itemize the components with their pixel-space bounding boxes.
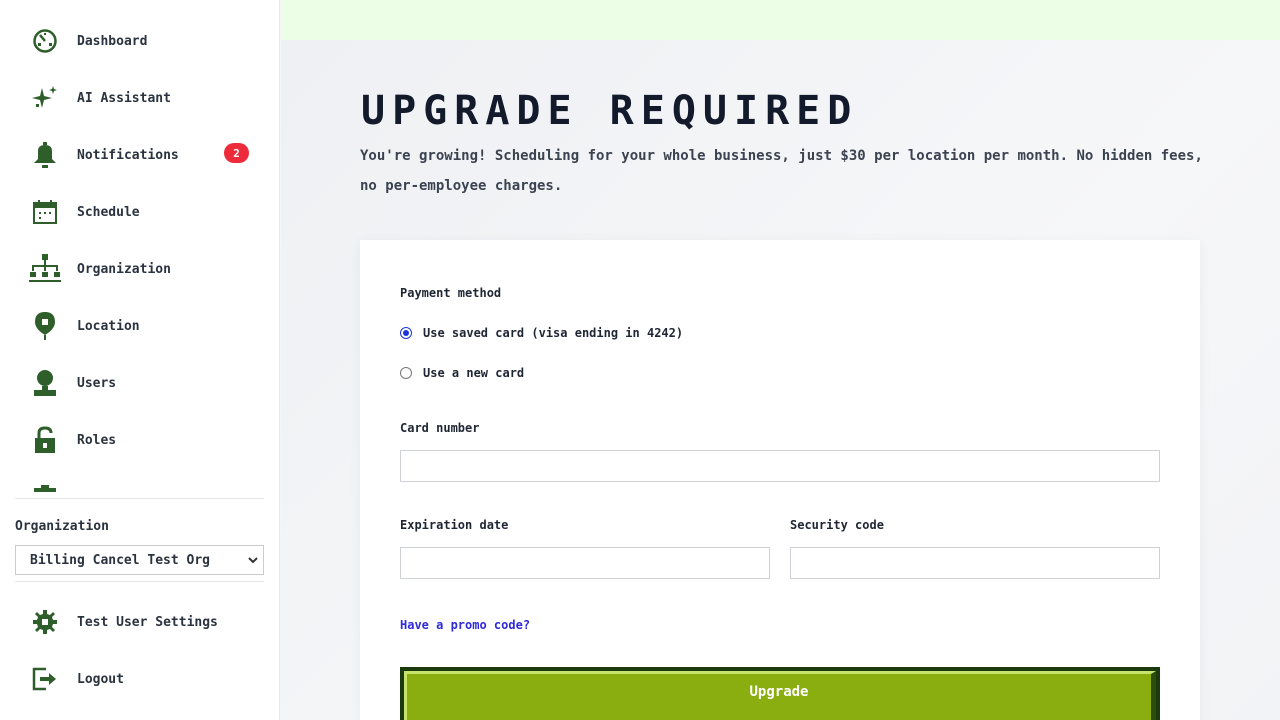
sidebar-item-label: Dashboard xyxy=(77,33,148,49)
sidebar-item-settings[interactable]: Test User Settings xyxy=(28,602,258,642)
upgrade-button[interactable]: Upgrade xyxy=(400,667,1160,720)
security-code-input[interactable] xyxy=(790,547,1160,579)
sidebar-item-label: Roles xyxy=(77,432,117,448)
card-number-input[interactable] xyxy=(400,450,1160,482)
new-card-radio[interactable] xyxy=(400,367,412,379)
security-code-label: Security code xyxy=(790,518,884,532)
user-icon xyxy=(28,366,62,400)
sidebar-item-label: Schedule xyxy=(77,204,140,220)
new-card-option[interactable]: Use a new card xyxy=(400,366,524,380)
upgrade-button-label: Upgrade xyxy=(404,671,1156,720)
sidebar-item-dashboard[interactable]: Dashboard xyxy=(28,21,258,61)
organization-select[interactable]: Billing Cancel Test Org xyxy=(15,545,264,575)
expiration-input[interactable] xyxy=(400,547,770,579)
sidebar-item-logout[interactable]: Logout xyxy=(28,659,258,699)
sparkle-icon xyxy=(28,81,62,115)
saved-card-option[interactable]: Use saved card (visa ending in 4242) xyxy=(400,326,683,340)
main-content: UPGRADE REQUIRED You're growing! Schedul… xyxy=(281,40,1280,720)
sidebar-item-ai-assistant[interactable]: AI Assistant xyxy=(28,78,258,118)
organization-select-value: Billing Cancel Test Org xyxy=(30,552,211,568)
sidebar-item-schedule[interactable]: Schedule xyxy=(28,192,258,232)
sidebar-divider xyxy=(15,498,264,499)
lock-icon xyxy=(28,423,62,457)
sidebar-item-label: Location xyxy=(77,318,140,334)
payment-card: Payment method Use saved card (visa endi… xyxy=(360,240,1200,720)
sidebar-item-label: Users xyxy=(77,375,117,391)
saved-card-radio[interactable] xyxy=(400,327,412,339)
logout-icon xyxy=(28,662,62,696)
dashboard-icon xyxy=(28,24,62,58)
page-title: UPGRADE REQUIRED xyxy=(361,88,859,134)
sidebar-item-organization[interactable]: Organization xyxy=(28,249,258,289)
briefcase-icon xyxy=(28,480,62,492)
sidebar-nav: Dashboard AI Assistant Notifications 2 S… xyxy=(0,0,280,492)
org-chart-icon xyxy=(28,252,62,286)
expiration-label: Expiration date xyxy=(400,518,509,532)
top-banner xyxy=(281,0,1280,40)
sidebar-item-label: Test User Settings xyxy=(77,614,218,630)
gear-icon xyxy=(28,605,62,639)
payment-method-label: Payment method xyxy=(400,286,502,300)
sidebar-divider xyxy=(15,581,264,582)
page-subtitle: You're growing! Scheduling for your whol… xyxy=(360,148,1203,194)
notification-count-badge: 2 xyxy=(224,143,249,163)
promo-code-link[interactable]: Have a promo code? xyxy=(400,618,530,632)
chevron-down-icon xyxy=(247,554,259,570)
sidebar-item-label: Notifications xyxy=(77,147,179,163)
sidebar-item-more[interactable] xyxy=(28,477,258,492)
card-number-label: Card number xyxy=(400,421,480,435)
bell-icon xyxy=(28,138,62,172)
sidebar-item-label: AI Assistant xyxy=(77,90,171,106)
saved-card-label: Use saved card (visa ending in 4242) xyxy=(423,326,684,340)
calendar-icon xyxy=(28,195,62,229)
sidebar-item-notifications[interactable]: Notifications 2 xyxy=(28,135,258,175)
sidebar-item-label: Logout xyxy=(77,671,124,687)
sidebar-item-location[interactable]: Location xyxy=(28,306,258,346)
map-pin-icon xyxy=(28,309,62,343)
new-card-label: Use a new card xyxy=(423,366,525,380)
organization-label: Organization xyxy=(15,519,109,534)
sidebar-item-users[interactable]: Users xyxy=(28,363,258,403)
sidebar: Dashboard AI Assistant Notifications 2 S… xyxy=(0,0,280,720)
sidebar-item-roles[interactable]: Roles xyxy=(28,420,258,460)
sidebar-item-label: Organization xyxy=(77,261,171,277)
